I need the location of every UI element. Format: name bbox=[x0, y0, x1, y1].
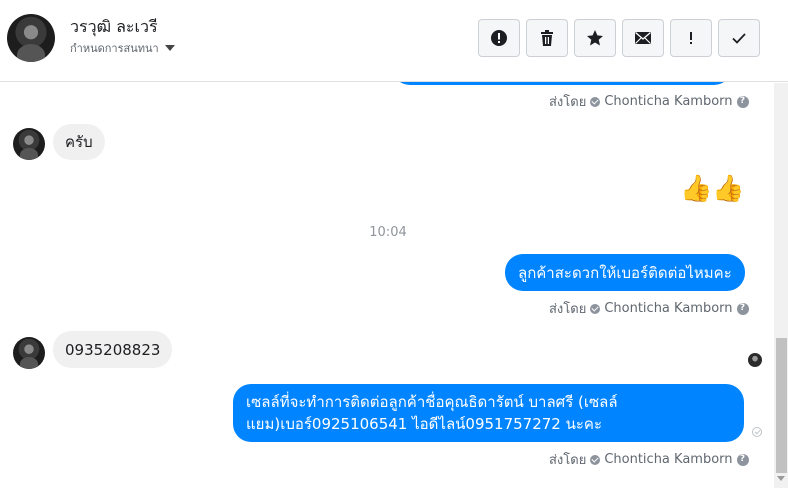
help-icon[interactable]: ? bbox=[736, 95, 749, 108]
important-button[interactable] bbox=[670, 19, 712, 57]
message-text-line: แยม)เบอร์0925106541 ไอดีไลน์0951757272 น… bbox=[246, 415, 603, 433]
assign-conversation-label: กำหนดการสนทนา bbox=[70, 42, 159, 55]
spam-icon bbox=[491, 30, 507, 46]
trash-icon bbox=[541, 30, 553, 46]
contact-name[interactable]: วรวุฒิ ละเวรี bbox=[70, 15, 158, 40]
star-button[interactable] bbox=[574, 19, 616, 57]
caret-down-icon bbox=[164, 45, 175, 51]
contact-avatar-small[interactable] bbox=[13, 128, 45, 160]
sent-by-line: ส่งโดย Chonticha Kamborn ? bbox=[549, 91, 749, 112]
help-icon[interactable]: ? bbox=[736, 302, 749, 315]
mark-spam-button[interactable] bbox=[478, 19, 520, 57]
verified-icon bbox=[590, 454, 601, 465]
message-timestamp: 10:04 bbox=[369, 225, 407, 240]
sent-by-line: ส่งโดย Chonticha Kamborn ? bbox=[549, 449, 749, 470]
contact-avatar-small[interactable] bbox=[13, 337, 45, 369]
delete-button[interactable] bbox=[526, 19, 568, 57]
incoming-message-bubble[interactable]: 0935208823 bbox=[53, 331, 173, 368]
agent-name[interactable]: Chonticha Kamborn bbox=[604, 301, 732, 316]
sent-by-label: ส่งโดย bbox=[549, 453, 587, 468]
sent-by-line: ส่งโดย Chonticha Kamborn ? bbox=[549, 298, 749, 319]
outgoing-message-bubble[interactable]: ลูกค้าสะดวกให้เบอร์ติดต่อไหมคะ bbox=[505, 254, 745, 291]
sent-by-label: ส่งโดย bbox=[549, 302, 587, 317]
verified-icon bbox=[590, 96, 601, 107]
conversation-header: วรวุฒิ ละเวรี กำหนดการสนทนา bbox=[0, 0, 788, 82]
star-icon bbox=[587, 30, 603, 46]
important-icon bbox=[690, 32, 692, 44]
seen-indicator-avatar bbox=[748, 353, 762, 367]
scrollbar-thumb[interactable] bbox=[776, 338, 787, 473]
assign-conversation-dropdown[interactable]: กำหนดการสนทนา bbox=[70, 39, 175, 57]
agent-name[interactable]: Chonticha Kamborn bbox=[604, 452, 732, 467]
sent-status-icon bbox=[752, 427, 762, 437]
thumbs-up-emoji[interactable]: 👍👍 bbox=[680, 176, 745, 202]
message-text-line: เซลล์ที่จะทำการติดต่อลูกค้าชื่อคุณธิดารั… bbox=[246, 393, 618, 411]
scroll-down-arrow-icon[interactable] bbox=[777, 476, 785, 481]
sent-by-label: ส่งโดย bbox=[549, 95, 587, 110]
incoming-message-bubble[interactable]: ครับ bbox=[53, 124, 105, 160]
mark-unread-button[interactable] bbox=[622, 19, 664, 57]
mark-done-button[interactable] bbox=[718, 19, 760, 57]
help-icon[interactable]: ? bbox=[736, 453, 749, 466]
mail-icon bbox=[635, 32, 651, 44]
verified-icon bbox=[590, 303, 601, 314]
contact-avatar[interactable] bbox=[7, 14, 55, 62]
check-icon bbox=[732, 33, 746, 44]
agent-name[interactable]: Chonticha Kamborn bbox=[604, 94, 732, 109]
outgoing-message-bubble[interactable]: เซลล์ที่จะทำการติดต่อลูกค้าชื่อคุณธิดารั… bbox=[233, 384, 744, 442]
